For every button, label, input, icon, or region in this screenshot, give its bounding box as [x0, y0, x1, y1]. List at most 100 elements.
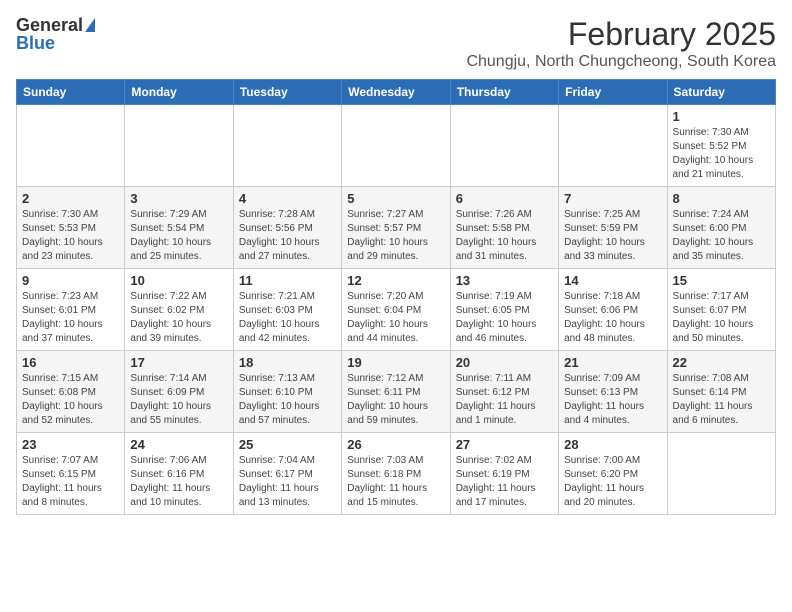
calendar-week-row: 23 Sunrise: 7:07 AM Sunset: 6:15 PM Dayli… [17, 433, 776, 515]
day-number: 21 [564, 355, 661, 370]
day-info: Sunrise: 7:04 AM Sunset: 6:17 PM Dayligh… [239, 454, 336, 510]
table-row: 2 Sunrise: 7:30 AM Sunset: 5:53 PM Daylig… [17, 187, 125, 269]
table-row: 10Sunrise: 7:22 AM Sunset: 6:02 PM Dayli… [125, 269, 233, 351]
day-info: Sunrise: 7:12 AM Sunset: 6:11 PM Dayligh… [347, 372, 444, 428]
table-row: 6 Sunrise: 7:26 AM Sunset: 5:58 PM Daylig… [450, 187, 558, 269]
day-number: 5 [347, 191, 444, 206]
day-number: 23 [22, 437, 119, 452]
day-info: Sunrise: 7:19 AM Sunset: 6:05 PM Dayligh… [456, 290, 553, 346]
calendar-table: Sunday Monday Tuesday Wednesday Thursday… [16, 79, 776, 515]
day-info: Sunrise: 7:17 AM Sunset: 6:07 PM Dayligh… [673, 290, 770, 346]
day-number: 13 [456, 273, 553, 288]
table-row: 27 Sunrise: 7:02 AM Sunset: 6:19 PM Dayli… [450, 433, 558, 515]
day-info: Sunrise: 7:03 AM Sunset: 6:18 PM Dayligh… [347, 454, 444, 510]
day-number: 19 [347, 355, 444, 370]
calendar-week-row: 2 Sunrise: 7:30 AM Sunset: 5:53 PM Daylig… [17, 187, 776, 269]
table-row: 15 Sunrise: 7:17 AM Sunset: 6:07 PM Dayli… [667, 269, 775, 351]
calendar-week-row: 9 Sunrise: 7:23 AM Sunset: 6:01 PM Daylig… [17, 269, 776, 351]
table-row [233, 105, 341, 187]
day-number: 15 [673, 273, 770, 288]
table-row [667, 433, 775, 515]
day-number: 9 [22, 273, 119, 288]
day-info: Sunrise: 7:08 AM Sunset: 6:14 PM Dayligh… [673, 372, 770, 428]
day-info: Sunrise: 7:00 AM Sunset: 6:20 PM Dayligh… [564, 454, 661, 510]
table-row: 7 Sunrise: 7:25 AM Sunset: 5:59 PM Daylig… [559, 187, 667, 269]
logo: General Blue [16, 16, 95, 52]
day-number: 7 [564, 191, 661, 206]
day-info: Sunrise: 7:14 AM Sunset: 6:09 PM Dayligh… [130, 372, 227, 428]
day-number: 11 [239, 273, 336, 288]
table-row: 13 Sunrise: 7:19 AM Sunset: 6:05 PM Dayli… [450, 269, 558, 351]
day-info: Sunrise: 7:15 AM Sunset: 6:08 PM Dayligh… [22, 372, 119, 428]
day-number: 20 [456, 355, 553, 370]
day-info: Sunrise: 7:26 AM Sunset: 5:58 PM Dayligh… [456, 208, 553, 264]
day-info: Sunrise: 7:09 AM Sunset: 6:13 PM Dayligh… [564, 372, 661, 428]
day-info: Sunrise: 7:11 AM Sunset: 6:12 PM Dayligh… [456, 372, 553, 428]
day-info: Sunrise: 7:28 AM Sunset: 5:56 PM Dayligh… [239, 208, 336, 264]
day-number: 17 [130, 355, 227, 370]
day-info: Sunrise: 7:24 AM Sunset: 6:00 PM Dayligh… [673, 208, 770, 264]
header-wednesday: Wednesday [342, 80, 450, 105]
table-row: 25 Sunrise: 7:04 AM Sunset: 6:17 PM Dayli… [233, 433, 341, 515]
day-info: Sunrise: 7:02 AM Sunset: 6:19 PM Dayligh… [456, 454, 553, 510]
table-row: 1 Sunrise: 7:30 AM Sunset: 5:52 PM Daylig… [667, 105, 775, 187]
table-row: 23 Sunrise: 7:07 AM Sunset: 6:15 PM Dayli… [17, 433, 125, 515]
logo-blue-text: Blue [16, 34, 55, 52]
table-row: 24 Sunrise: 7:06 AM Sunset: 6:16 PM Dayli… [125, 433, 233, 515]
table-row [450, 105, 558, 187]
table-row: 9 Sunrise: 7:23 AM Sunset: 6:01 PM Daylig… [17, 269, 125, 351]
table-row: 17 Sunrise: 7:14 AM Sunset: 6:09 PM Dayli… [125, 351, 233, 433]
header-sunday: Sunday [17, 80, 125, 105]
logo-triangle-icon [85, 18, 95, 32]
table-row: 20 Sunrise: 7:11 AM Sunset: 6:12 PM Dayli… [450, 351, 558, 433]
table-row: 28Sunrise: 7:00 AM Sunset: 6:20 PM Dayli… [559, 433, 667, 515]
day-number: 8 [673, 191, 770, 206]
calendar-week-row: 16Sunrise: 7:15 AM Sunset: 6:08 PM Dayli… [17, 351, 776, 433]
calendar-week-row: 1 Sunrise: 7:30 AM Sunset: 5:52 PM Daylig… [17, 105, 776, 187]
table-row: 5 Sunrise: 7:27 AM Sunset: 5:57 PM Daylig… [342, 187, 450, 269]
table-row: 3Sunrise: 7:29 AM Sunset: 5:54 PM Daylig… [125, 187, 233, 269]
day-info: Sunrise: 7:30 AM Sunset: 5:52 PM Dayligh… [673, 126, 770, 182]
day-number: 18 [239, 355, 336, 370]
day-number: 26 [347, 437, 444, 452]
table-row: 11Sunrise: 7:21 AM Sunset: 6:03 PM Dayli… [233, 269, 341, 351]
page-header: General Blue February 2025 Chungju, Nort… [16, 16, 776, 71]
table-row [559, 105, 667, 187]
day-info: Sunrise: 7:30 AM Sunset: 5:53 PM Dayligh… [22, 208, 119, 264]
day-info: Sunrise: 7:27 AM Sunset: 5:57 PM Dayligh… [347, 208, 444, 264]
day-info: Sunrise: 7:25 AM Sunset: 5:59 PM Dayligh… [564, 208, 661, 264]
day-number: 25 [239, 437, 336, 452]
day-info: Sunrise: 7:23 AM Sunset: 6:01 PM Dayligh… [22, 290, 119, 346]
logo-general-text: General [16, 16, 83, 34]
calendar-title: February 2025 [466, 16, 776, 53]
day-info: Sunrise: 7:22 AM Sunset: 6:02 PM Dayligh… [130, 290, 227, 346]
table-row [17, 105, 125, 187]
calendar-header-row: Sunday Monday Tuesday Wednesday Thursday… [17, 80, 776, 105]
table-row: 22 Sunrise: 7:08 AM Sunset: 6:14 PM Dayli… [667, 351, 775, 433]
day-info: Sunrise: 7:13 AM Sunset: 6:10 PM Dayligh… [239, 372, 336, 428]
day-info: Sunrise: 7:18 AM Sunset: 6:06 PM Dayligh… [564, 290, 661, 346]
table-row: 16Sunrise: 7:15 AM Sunset: 6:08 PM Dayli… [17, 351, 125, 433]
day-number: 1 [673, 109, 770, 124]
table-row [342, 105, 450, 187]
day-number: 27 [456, 437, 553, 452]
day-number: 14 [564, 273, 661, 288]
table-row: 21 Sunrise: 7:09 AM Sunset: 6:13 PM Dayli… [559, 351, 667, 433]
title-block: February 2025 Chungju, North Chungcheong… [466, 16, 776, 71]
day-number: 24 [130, 437, 227, 452]
day-number: 2 [22, 191, 119, 206]
table-row: 14 Sunrise: 7:18 AM Sunset: 6:06 PM Dayli… [559, 269, 667, 351]
day-number: 4 [239, 191, 336, 206]
table-row: 18 Sunrise: 7:13 AM Sunset: 6:10 PM Dayli… [233, 351, 341, 433]
header-friday: Friday [559, 80, 667, 105]
day-info: Sunrise: 7:20 AM Sunset: 6:04 PM Dayligh… [347, 290, 444, 346]
day-number: 22 [673, 355, 770, 370]
table-row: 8 Sunrise: 7:24 AM Sunset: 6:00 PM Daylig… [667, 187, 775, 269]
table-row: 26 Sunrise: 7:03 AM Sunset: 6:18 PM Dayli… [342, 433, 450, 515]
day-number: 6 [456, 191, 553, 206]
day-info: Sunrise: 7:06 AM Sunset: 6:16 PM Dayligh… [130, 454, 227, 510]
day-info: Sunrise: 7:07 AM Sunset: 6:15 PM Dayligh… [22, 454, 119, 510]
header-monday: Monday [125, 80, 233, 105]
day-info: Sunrise: 7:29 AM Sunset: 5:54 PM Dayligh… [130, 208, 227, 264]
table-row [125, 105, 233, 187]
